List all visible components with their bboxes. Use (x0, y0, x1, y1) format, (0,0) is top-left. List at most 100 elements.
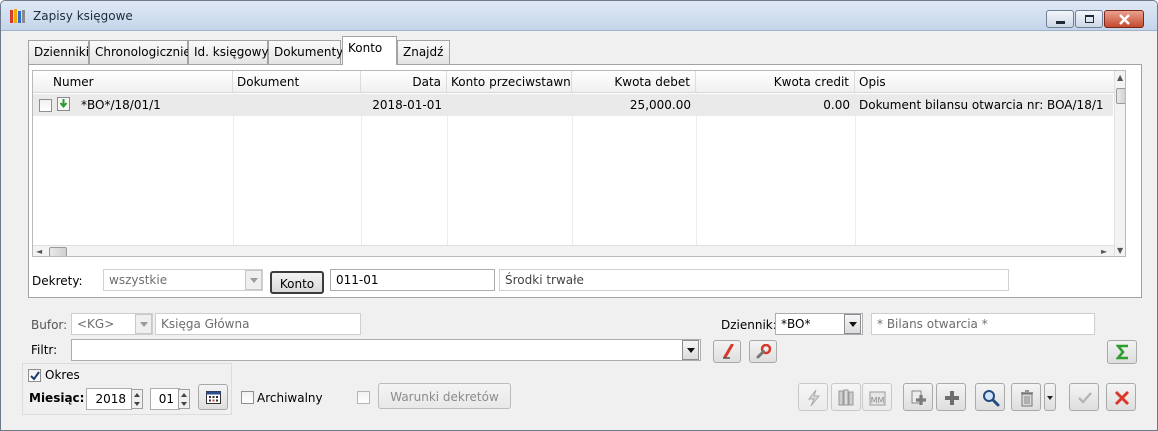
tab-id-ksiegowy[interactable]: Id. księgowy (188, 40, 269, 64)
filtr-input[interactable] (71, 339, 701, 361)
grid-header: Numer Dokument Data Konto przeciwstawne … (33, 71, 1125, 93)
chevron-down-icon (687, 348, 695, 353)
move-mm-button[interactable]: MM (862, 383, 892, 411)
cancel-button[interactable] (1106, 383, 1136, 411)
col-opis[interactable]: Opis (855, 71, 1114, 93)
tab-chronologicznie[interactable]: Chronologicznie (89, 40, 191, 64)
magnifier-icon (983, 390, 1000, 407)
chevron-down-icon (849, 322, 857, 327)
search-button[interactable] (975, 383, 1005, 411)
filter-clear-button[interactable] (713, 340, 741, 363)
col-data[interactable]: Data (361, 71, 447, 93)
tab-dzienniki[interactable]: Dzienniki (28, 40, 89, 64)
tab-dokumenty[interactable]: Dokumenty (268, 40, 343, 64)
dziennik-name-field: * Bilans otwarcia * (871, 313, 1095, 335)
miesiac-label: Miesiąc: (29, 391, 85, 405)
delete-button[interactable] (1011, 383, 1041, 411)
spin-up-icon[interactable] (134, 393, 140, 397)
scroll-left-icon[interactable]: ◄ (36, 247, 42, 256)
bufor-label: Bufor: (31, 318, 68, 332)
warunki-dekretow-button[interactable]: Warunki dekretów (378, 383, 511, 409)
filtr-dropdown-button[interactable] (682, 340, 699, 360)
scroll-up-icon[interactable]: ▲ (1117, 73, 1123, 82)
eraser-icon (723, 344, 734, 359)
entries-grid[interactable]: Numer Dokument Data Konto przeciwstawne … (32, 70, 1126, 257)
cell-kwota-credit: 0.00 (823, 98, 850, 112)
col-kwota-debet[interactable]: Kwota debet (572, 71, 696, 93)
sum-button[interactable] (1107, 340, 1137, 364)
col-kwota-credit[interactable]: Kwota credit (696, 71, 855, 93)
filter-edit-button[interactable] (749, 340, 777, 363)
calendar-button[interactable] (198, 384, 228, 410)
horizontal-scrollbar[interactable]: ◄ ► (33, 245, 1114, 256)
cell-kwota-debet: 25,000.00 (629, 98, 691, 112)
dekrety-dropdown-button[interactable] (245, 270, 262, 290)
document-green-arrow-icon (57, 97, 70, 111)
col-dokument[interactable]: Dokument (233, 71, 361, 93)
filtr-label: Filtr: (31, 343, 58, 357)
checkmark-icon (30, 371, 40, 381)
scroll-right-icon[interactable]: ► (1101, 247, 1107, 256)
vertical-scroll-thumb[interactable] (1116, 88, 1125, 104)
spin-down-icon[interactable] (181, 402, 187, 406)
year-spinner[interactable] (131, 389, 143, 409)
okres-checkbox[interactable] (28, 369, 41, 382)
chevron-down-icon (140, 322, 148, 327)
month-input[interactable]: 01 (150, 388, 180, 410)
books-icon (838, 389, 854, 406)
bufor-dropdown-button[interactable] (135, 314, 152, 334)
konto-button[interactable]: Konto (270, 271, 324, 294)
add-copy-button[interactable] (903, 383, 933, 411)
maximize-button[interactable] (1075, 10, 1103, 28)
dekrety-label: Dekrety: (32, 274, 83, 288)
ok-button[interactable] (1069, 383, 1099, 411)
main-window: Zapisy księgowe Dzienniki Chronologiczni… (0, 0, 1158, 431)
konto-name-field: Środki trwałe (499, 269, 1009, 291)
delete-options-dropdown[interactable] (1044, 383, 1056, 411)
dziennik-dropdown-button[interactable] (844, 314, 861, 334)
add-button[interactable] (936, 383, 966, 411)
app-books-icon (10, 9, 25, 23)
warunki-checkbox[interactable] (357, 391, 370, 404)
konto-number-field[interactable]: 011-01 (330, 269, 495, 291)
chevron-down-icon (250, 278, 258, 283)
year-input[interactable]: 2018 (86, 388, 132, 410)
spin-down-icon[interactable] (134, 402, 140, 406)
tab-konto[interactable]: Konto (342, 36, 397, 65)
lightning-button[interactable] (798, 383, 828, 411)
spin-up-icon[interactable] (181, 393, 187, 397)
wrench-icon (756, 344, 772, 359)
minimize-button[interactable] (1046, 10, 1074, 28)
col-numer[interactable]: Numer (33, 71, 233, 93)
dziennik-label: Dziennik: (721, 318, 777, 332)
tab-znajdz[interactable]: Znajdź (397, 40, 450, 64)
horizontal-scroll-thumb[interactable] (49, 247, 67, 256)
title-bar[interactable]: Zapisy księgowe (1, 1, 1157, 31)
scroll-down-icon[interactable]: ▼ (1117, 246, 1123, 255)
archiwalny-checkbox[interactable] (241, 391, 254, 404)
trash-icon (1021, 390, 1033, 407)
sigma-icon (1116, 344, 1128, 360)
row-checkbox[interactable] (39, 99, 52, 112)
cell-opis: Dokument bilansu otwarcia nr: BOA/18/1 (859, 98, 1104, 112)
table-row[interactable]: *BO*/18/01/1 2018-01-01 25,000.00 0.00 D… (33, 94, 1113, 116)
okres-label: Okres (45, 368, 80, 382)
close-icon (1114, 390, 1130, 406)
konto-panel: Numer Dokument Data Konto przeciwstawne … (28, 64, 1142, 298)
dekrety-select[interactable]: wszystkie (103, 269, 263, 291)
calendar-icon (206, 391, 221, 404)
plus-icon (945, 391, 959, 405)
window-title: Zapisy księgowe (33, 9, 133, 23)
bufor-name-field: Księga Główna (155, 313, 361, 335)
cell-data: 2018-01-01 (372, 98, 442, 112)
books-button[interactable] (831, 383, 861, 411)
mm-move-icon: MM (869, 391, 886, 406)
add-copy-icon (911, 390, 926, 405)
vertical-scrollbar[interactable]: ▲ ▼ (1114, 71, 1125, 256)
close-icon (1119, 14, 1130, 25)
month-spinner[interactable] (178, 389, 190, 409)
okres-group: Okres Miesiąc: 2018 01 (22, 363, 232, 415)
svg-text:MM: MM (871, 396, 885, 405)
col-konto-przeciwstawne[interactable]: Konto przeciwstawne (447, 71, 572, 93)
close-window-button[interactable] (1104, 10, 1144, 28)
